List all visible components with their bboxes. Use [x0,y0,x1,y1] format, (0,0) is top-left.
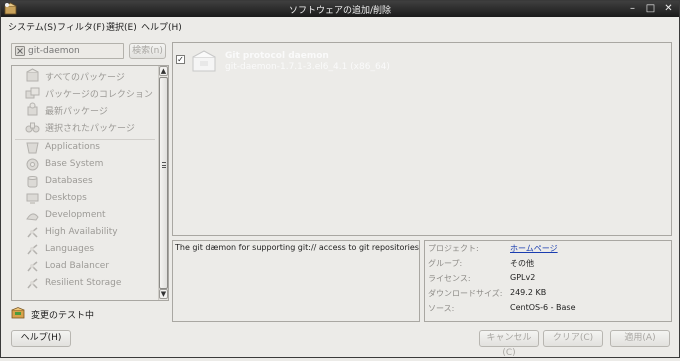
detail-label: ライセンス: [428,274,471,283]
storage-icon [27,278,38,289]
sidebar-item-label: High Availability [45,227,118,237]
sidebar-item-databases[interactable]: Databases [12,173,158,190]
sidebar-item-high-availability[interactable]: High Availability [12,224,158,241]
database-icon [27,176,38,188]
cancel-button[interactable]: キャンセル(C) [479,330,539,358]
sidebar-item-load-balancer[interactable]: Load Balancer [12,258,158,275]
sidebar: すべてのパッケージ パッケージのコレクション 最新パッケージ 選択されたパッケー… [11,65,169,301]
sidebar-item-development[interactable]: Development [12,207,158,224]
applications-icon [26,142,39,154]
sidebar-item-selected[interactable]: 選択されたパッケージ [12,118,158,135]
binoculars-icon [25,122,40,133]
sidebar-item-languages[interactable]: Languages [12,241,158,258]
app-window: ソフトウェアの追加/削除 – □ ✕ システム(S) フィルタ(F) 選択(E)… [0,0,680,358]
sidebar-item-applications[interactable]: Applications [12,139,158,156]
detail-label: グループ: [428,259,463,268]
search-value: git-daemon [28,46,80,56]
testing-changes-icon [11,307,25,319]
packages-icon [26,68,39,82]
detail-value: 249.2 KB [510,288,547,297]
sidebar-item-label: Load Balancer [45,261,110,271]
menu-bar: システム(S) フィルタ(F) 選択(E) ヘルプ(H) [1,18,679,34]
desktop-icon [26,193,39,204]
menu-select[interactable]: 選択(E) [106,20,137,33]
sidebar-item-newest[interactable]: 最新パッケージ [12,101,158,118]
sidebar-item-desktops[interactable]: Desktops [12,190,158,207]
package-icon [192,50,216,72]
description-panel: The git dæmon for supporting git:// acce… [172,240,420,322]
status-area: 変更のテスト中 [11,306,171,321]
search-button[interactable]: 検索(n) [129,43,166,59]
detail-project-row: プロジェクト: ホームページ [425,242,671,257]
package-checkbox[interactable]: ✓ [176,55,185,64]
package-row[interactable]: ✓ Git protocol daemon git-daemon-1.7.1-3… [173,43,671,75]
menu-filter[interactable]: フィルタ(F) [57,20,105,33]
title-bar: ソフトウェアの追加/削除 – □ ✕ [1,1,679,17]
detail-label: ソース: [428,304,455,313]
minimize-icon[interactable]: – [626,2,639,15]
detail-value: GPLv2 [510,273,536,282]
status-label: 変更のテスト中 [31,311,95,321]
package-version: git-daemon-1.7.1-3.el6_4.1 (x86_64) [225,62,390,72]
detail-value: その他 [510,259,534,268]
collection-icon [25,87,40,99]
clear-button[interactable]: クリア(C) [543,330,603,347]
detail-label: プロジェクト: [428,244,479,253]
detail-size-row: ダウンロードサイズ: 249.2 KB [425,287,671,302]
sidebar-item-collections[interactable]: パッケージのコレクション [12,84,158,101]
sidebar-item-label: Desktops [45,193,87,203]
base-system-icon [26,158,39,171]
development-icon [26,213,39,221]
sidebar-item-label: Applications [45,142,100,152]
search-input[interactable]: git-daemon [11,43,124,59]
clear-search-icon[interactable] [15,46,25,56]
sidebar-item-label: パッケージのコレクション [45,90,153,100]
sidebar-item-resilient-storage[interactable]: Resilient Storage [12,275,158,292]
menu-system[interactable]: システム(S) [8,20,56,33]
sidebar-item-label: すべてのパッケージ [45,73,125,83]
scroll-down-arrow-icon[interactable]: ▼ [159,289,168,299]
homepage-link[interactable]: ホームページ [510,243,558,254]
languages-icon [27,244,38,255]
detail-label: ダウンロードサイズ: [428,289,503,298]
maximize-icon[interactable]: □ [644,2,657,15]
package-description: The git dæmon for supporting git:// acce… [175,243,419,252]
detail-value: CentOS-6 - Base [510,303,576,312]
sidebar-item-label: 選択されたパッケージ [45,124,135,134]
package-name: Git protocol daemon [225,51,329,61]
sidebar-item-base-system[interactable]: Base System [12,156,158,173]
grip-icon [162,162,166,168]
sidebar-list: すべてのパッケージ パッケージのコレクション 最新パッケージ 選択されたパッケー… [12,66,158,300]
package-list: ✓ Git protocol daemon git-daemon-1.7.1-3… [172,42,672,236]
help-button[interactable]: ヘルプ(H) [11,330,71,347]
sidebar-item-label: Development [45,210,106,220]
detail-license-row: ライセンス: GPLv2 [425,272,671,287]
scroll-up-arrow-icon[interactable]: ▲ [159,66,168,76]
close-icon[interactable]: ✕ [662,2,675,15]
window-title: ソフトウェアの追加/削除 [288,6,392,16]
sidebar-item-label: Base System [45,159,104,169]
sidebar-scrollbar[interactable]: ▲ ▼ [158,66,168,300]
detail-source-row: ソース: CentOS-6 - Base [425,302,671,317]
sidebar-item-label: Databases [45,176,93,186]
sidebar-item-label: Resilient Storage [45,278,122,288]
network-icon [27,227,38,238]
load-balancer-icon [27,261,38,272]
sidebar-item-all-packages[interactable]: すべてのパッケージ [12,67,158,84]
sidebar-item-label: Languages [45,244,95,254]
scrollbar-thumb[interactable] [159,77,168,289]
menu-help[interactable]: ヘルプ(H) [141,20,182,33]
details-panel: プロジェクト: ホームページ グループ: その他 ライセンス: GPLv2 ダウ… [424,240,672,322]
newest-icon [27,102,38,116]
sidebar-item-label: 最新パッケージ [45,107,108,117]
apply-button[interactable]: 適用(A) [610,330,670,347]
detail-group-row: グループ: その他 [425,257,671,272]
